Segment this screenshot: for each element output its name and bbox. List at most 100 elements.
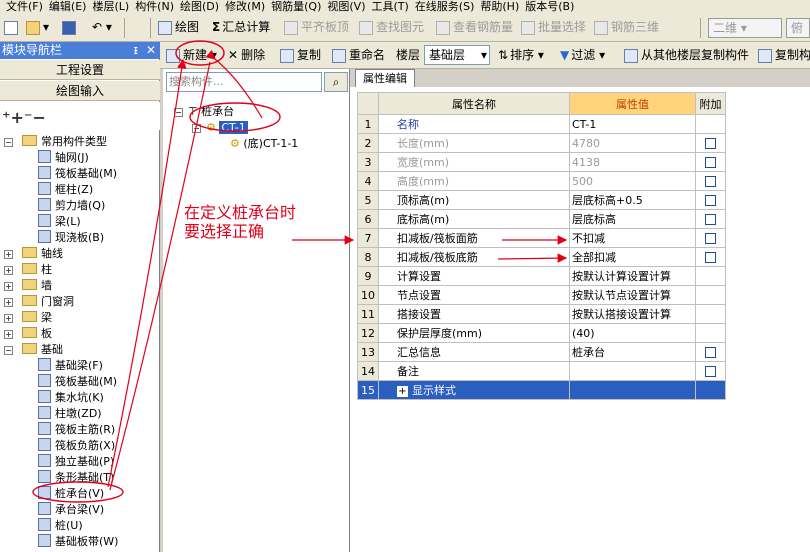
menu-item[interactable]: 钢筋量(Q) (271, 1, 321, 12)
tree-folder[interactable]: + 轴线 (4, 246, 63, 262)
tree-node-ct1-1[interactable]: ⚙ (底)CT-1-1 (230, 136, 298, 152)
tree-item[interactable]: 筏板负筋(X) (38, 438, 115, 454)
delete-button[interactable]: ✕ 删除 (228, 46, 265, 64)
pin-icon[interactable]: ᵻ (134, 42, 138, 59)
menu-item[interactable]: 在线服务(S) (415, 1, 475, 12)
tree-item[interactable]: 框柱(Z) (38, 182, 93, 198)
collapse-icon[interactable]: − (4, 346, 13, 355)
flat-plate-button[interactable]: 平齐板顶 (284, 18, 349, 36)
tab-property-edit[interactable]: 属性编辑 (355, 69, 415, 87)
tree-item[interactable]: 条形基础(T) (38, 470, 114, 486)
tree-item[interactable]: 筏板基础(M) (38, 374, 117, 390)
tree-item[interactable]: 剪力墙(Q) (38, 198, 105, 214)
search-icon[interactable]: ⌕ (324, 72, 348, 92)
property-value[interactable]: 层底标高 (569, 209, 696, 229)
property-row[interactable]: 14 备注 (357, 361, 726, 381)
save-icon[interactable] (62, 18, 79, 36)
add-checkbox[interactable] (705, 176, 716, 187)
property-row[interactable]: 10 节点设置 按默认节点设置计算 (357, 285, 726, 305)
search-input[interactable]: 搜索构件... (166, 72, 322, 92)
copy-to-button[interactable]: 复制构 (758, 46, 810, 64)
tree-item[interactable]: 柱墩(ZD) (38, 406, 102, 422)
expand-icon[interactable]: + (4, 298, 13, 307)
tree-folder[interactable]: + 板 (4, 326, 52, 342)
tree-folder[interactable]: − 基础 (4, 342, 63, 358)
new-button[interactable]: 新建 ▾ (166, 46, 217, 64)
property-row[interactable]: 8 扣减板/筏板底筋 全部扣减 (357, 247, 726, 267)
rebar-3d-button[interactable]: 钢筋三维 (594, 18, 659, 36)
property-row[interactable]: 15 + 显示样式 (357, 380, 726, 400)
property-row[interactable]: 1 名称 CT-1 (357, 114, 726, 134)
property-value[interactable]: 层底标高+0.5 (569, 190, 696, 210)
property-row[interactable]: 6 底标高(m) 层底标高 (357, 209, 726, 229)
tree-item[interactable]: 梁(L) (38, 214, 81, 230)
property-row[interactable]: 5 顶标高(m) 层底标高+0.5 (357, 190, 726, 210)
menu-item[interactable]: 修改(M) (225, 1, 265, 12)
tree-folder[interactable]: − 常用构件类型 (4, 134, 107, 150)
new-file-icon[interactable] (4, 18, 21, 36)
collapse-icon[interactable]: − (174, 108, 183, 117)
tree-item[interactable]: 桩(U) (38, 518, 83, 534)
collapse-all-icon[interactable]: ⁻− (24, 108, 46, 127)
view-mode-dropdown[interactable]: 二维 ▾ (708, 18, 782, 38)
property-row[interactable]: 3 宽度(mm) 4138 (357, 152, 726, 172)
project-settings-button[interactable]: 工程设置 (0, 60, 160, 80)
property-value[interactable]: 4780 (569, 133, 696, 153)
tree-node-root[interactable]: − ⊤ 桩承台 (174, 104, 234, 120)
menu-item[interactable]: 构件(N) (135, 1, 174, 12)
draw-button[interactable]: 绘图 (158, 18, 199, 36)
property-value[interactable]: 按默认计算设置计算 (569, 266, 696, 286)
property-value[interactable]: CT-1 (569, 114, 696, 134)
expand-all-icon[interactable]: ⁺+ (2, 108, 24, 127)
property-value[interactable]: 按默认搭接设置计算 (569, 304, 696, 324)
menu-item[interactable]: 文件(F) (6, 1, 43, 12)
draw-input-button[interactable]: 绘图输入 (0, 81, 160, 101)
property-value[interactable]: 按默认节点设置计算 (569, 285, 696, 305)
undo-icon[interactable]: ↶ ▾ (92, 18, 112, 36)
property-value[interactable] (569, 380, 696, 400)
tree-item[interactable]: 筏板主筋(R) (38, 422, 115, 438)
property-value[interactable]: 4138 (569, 152, 696, 172)
collapse-icon[interactable]: − (192, 124, 201, 133)
sort-button[interactable]: ⇅ 排序 ▾ (498, 46, 544, 64)
find-drawing-button[interactable]: 查找图元 (359, 18, 424, 36)
property-value[interactable]: 桩承台 (569, 342, 696, 362)
expand-icon[interactable]: + (4, 266, 13, 275)
expand-icon[interactable]: + (4, 282, 13, 291)
copy-button[interactable]: 复制 (280, 46, 321, 64)
close-icon[interactable]: ✕ (146, 42, 156, 59)
expand-icon[interactable]: + (4, 314, 13, 323)
property-row[interactable]: 12 保护层厚度(mm) (40) (357, 323, 726, 343)
open-file-icon[interactable]: ▾ (26, 18, 49, 36)
copy-from-floor-button[interactable]: 从其他楼层复制构件 (624, 46, 749, 64)
tree-folder[interactable]: + 墙 (4, 278, 52, 294)
expand-icon[interactable]: + (397, 386, 408, 397)
property-value[interactable]: 全部扣减 (569, 247, 696, 267)
add-checkbox[interactable] (705, 195, 716, 206)
property-value[interactable]: (40) (569, 323, 696, 343)
property-row[interactable]: 4 高度(mm) 500 (357, 171, 726, 191)
menu-item[interactable]: 绘图(D) (180, 1, 219, 12)
tree-item[interactable]: 轴网(J) (38, 150, 89, 166)
tree-item[interactable]: 独立基础(P) (38, 454, 114, 470)
tree-folder[interactable]: + 门窗洞 (4, 294, 74, 310)
view-mode2-dropdown[interactable]: 俯视 (786, 18, 810, 38)
tree-item[interactable]: 现浇板(B) (38, 230, 104, 246)
menu-item[interactable]: 视图(V) (327, 1, 365, 12)
add-checkbox[interactable] (705, 233, 716, 244)
add-checkbox[interactable] (705, 157, 716, 168)
property-value[interactable]: 500 (569, 171, 696, 191)
add-checkbox[interactable] (705, 138, 716, 149)
floor-select[interactable]: 基础层 ▾ (424, 45, 490, 65)
view-rebar-button[interactable]: 查看钢筋量 (436, 18, 513, 36)
property-row[interactable]: 11 搭接设置 按默认搭接设置计算 (357, 304, 726, 324)
add-checkbox[interactable] (705, 347, 716, 358)
menu-item[interactable]: 版本号(B) (525, 1, 574, 12)
property-row[interactable]: 7 扣减板/筏板面筋 不扣减 (357, 228, 726, 248)
property-row[interactable]: 2 长度(mm) 4780 (357, 133, 726, 153)
add-checkbox[interactable] (705, 214, 716, 225)
property-row[interactable]: 13 汇总信息 桩承台 (357, 342, 726, 362)
summary-calc-button[interactable]: Σ 汇总计算 (212, 18, 270, 36)
expand-icon[interactable]: + (4, 330, 13, 339)
menu-item[interactable]: 编辑(E) (49, 1, 87, 12)
